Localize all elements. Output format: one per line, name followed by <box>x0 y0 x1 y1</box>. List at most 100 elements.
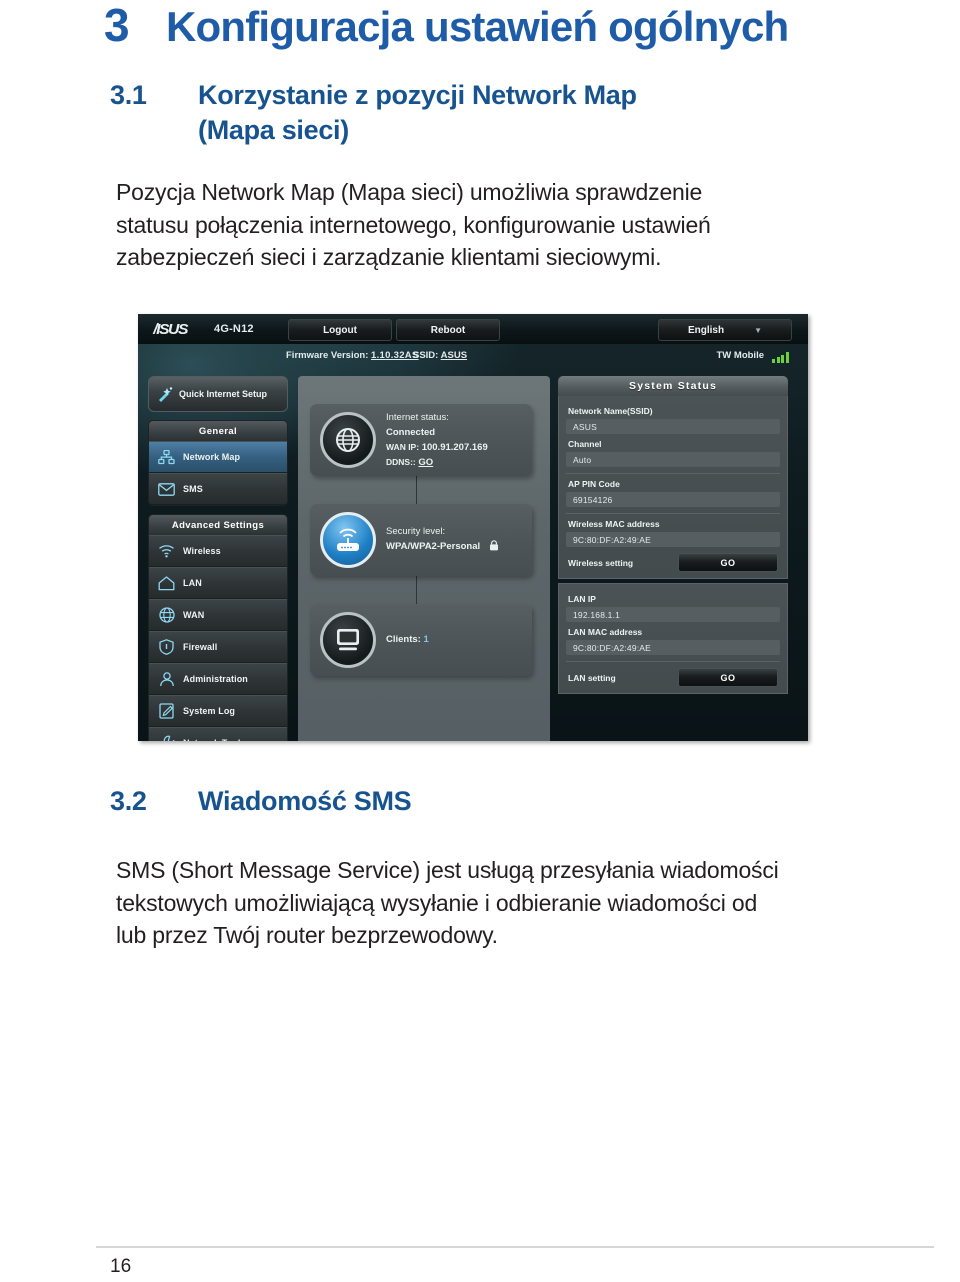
clients-card[interactable]: Clients: 1 <box>310 604 532 676</box>
ddns-row: DDNS:: GO <box>386 455 488 470</box>
lan-mac-field-label: LAN MAC address <box>568 627 643 637</box>
channel-field-label: Channel <box>568 439 602 449</box>
envelope-icon <box>157 480 176 499</box>
router-ui-screenshot: /ISUS 4G-N12 Logout Reboot English ▼ Fir… <box>138 314 808 741</box>
sidebar-group-general-header: General <box>149 421 287 441</box>
router-sidebar: Quick Internet Setup General Network Map <box>148 376 288 741</box>
section-title-3-1: Korzystanie z pozycji Network Map (Mapa … <box>198 78 637 147</box>
sidebar-group-general: General Network Map SMS <box>148 420 288 506</box>
wifi-icon <box>157 542 176 561</box>
sidebar-item-network-map-label: Network Map <box>183 452 241 462</box>
sidebar-item-firewall-label: Firewall <box>183 642 218 652</box>
system-status-panel: System Status Network Name(SSID) ASUS Ch… <box>558 376 788 741</box>
sidebar-item-quick-internet-setup[interactable]: Quick Internet Setup <box>148 376 288 412</box>
wireless-setting-go-button[interactable]: GO <box>678 553 778 572</box>
shield-icon <box>157 638 176 657</box>
sidebar-group-advanced-header: Advanced Settings <box>149 515 287 535</box>
pencil-note-icon <box>157 702 176 721</box>
section-title-3-1-line1: Korzystanie z pozycji Network Map <box>198 80 637 110</box>
sidebar-group-advanced-settings: Advanced Settings Wireless LAN WAN Firew… <box>148 514 288 741</box>
clients-label: Clients: <box>386 634 421 646</box>
clients-text: Clients: 1 <box>386 632 429 647</box>
wan-ip-label: WAN IP: <box>386 442 420 452</box>
security-level-text: Security level: WPA/WPA2-Personal <box>386 524 499 556</box>
internet-status-card[interactable]: Internet status: Connected WAN IP: 100.9… <box>310 404 532 476</box>
sidebar-item-lan[interactable]: LAN <box>149 567 287 599</box>
section-title-3-1-line2: (Mapa sieci) <box>198 114 349 145</box>
sidebar-item-wireless[interactable]: Wireless <box>149 535 287 567</box>
ddns-go-link[interactable]: GO <box>418 457 433 468</box>
system-status-title: System Status <box>558 376 788 396</box>
ssid-label: SSID: <box>413 350 439 361</box>
wireless-mac-field-value: 9C:80:DF:A2:49:AE <box>566 532 780 547</box>
wan-ip-row: WAN IP: 100.91.207.169 <box>386 440 488 455</box>
lan-ip-field-label: LAN IP <box>568 594 596 604</box>
system-status-lan-section: LAN IP 192.168.1.1 LAN MAC address 9C:80… <box>558 583 788 694</box>
firmware-version-value: 1.10.32AS <box>371 350 419 361</box>
network-map-center-panel: Internet status: Connected WAN IP: 100.9… <box>298 376 550 741</box>
sidebar-item-sms-label: SMS <box>183 484 203 494</box>
system-status-wireless-section: Network Name(SSID) ASUS Channel Auto AP … <box>558 396 788 579</box>
divider <box>566 473 780 474</box>
firmware-version-label: Firmware Version: <box>286 350 369 361</box>
internet-status-label: Internet status: <box>386 411 449 423</box>
paragraph-3-1-line2: statusu połączenia internetowego, konfig… <box>116 211 711 238</box>
reboot-button[interactable]: Reboot <box>396 319 500 341</box>
section-heading-3-1: 3.1 Korzystanie z pozycji Network Map (M… <box>110 78 810 147</box>
paragraph-3-2-line3: lub przez Twój router bezprzewodowy. <box>116 922 498 949</box>
lan-setting-go-button[interactable]: GO <box>678 668 778 687</box>
ddns-label: DDNS:: <box>386 457 416 468</box>
wireless-setting-label: Wireless setting <box>568 557 634 568</box>
router-icon <box>320 512 376 568</box>
sidebar-item-administration[interactable]: Administration <box>149 663 287 695</box>
carrier-name: TW Mobile <box>716 350 765 361</box>
ap-pin-field-value: 69154126 <box>566 492 780 507</box>
paragraph-3-2-line2: tekstowych umożliwiającą wysyłanie i odb… <box>116 889 758 916</box>
sidebar-item-wan[interactable]: WAN <box>149 599 287 631</box>
divider <box>566 513 780 514</box>
ssid-info: SSID: ASUS <box>413 350 467 361</box>
internet-status-text: Internet status: Connected WAN IP: 100.9… <box>386 410 488 471</box>
logout-button[interactable]: Logout <box>288 319 392 341</box>
signal-strength-icon <box>772 351 794 363</box>
ssid-value: ASUS <box>440 350 468 361</box>
router-model-label: 4G-N12 <box>214 323 254 335</box>
lan-ip-field-value: 192.168.1.1 <box>566 607 780 622</box>
ap-pin-field-label: AP PIN Code <box>568 479 620 489</box>
sidebar-item-network-tools-label: Network Tools <box>183 738 246 741</box>
sidebar-item-quick-internet-setup-label: Quick Internet Setup <box>179 388 268 399</box>
sidebar-item-lan-label: LAN <box>183 578 202 588</box>
section-heading-3-2: 3.2 Wiadomość SMS <box>110 784 810 819</box>
asus-logo: /ISUS <box>153 321 188 338</box>
section-number-3-2: 3.2 <box>110 786 147 816</box>
chapter-title: Konfiguracja ustawień ogólnych <box>166 3 789 50</box>
home-icon <box>157 574 176 593</box>
sidebar-item-network-map[interactable]: Network Map <box>149 441 287 473</box>
lan-mac-field-value: 9C:80:DF:A2:49:AE <box>566 640 780 655</box>
wrench-icon <box>157 734 176 741</box>
connector-line-1 <box>416 476 417 506</box>
monitor-icon <box>320 612 376 668</box>
channel-field-value: Auto <box>566 452 780 467</box>
paragraph-3-1: Pozycja Network Map (Mapa sieci) umożliw… <box>116 176 856 274</box>
sidebar-item-sms[interactable]: SMS <box>149 473 287 505</box>
section-number-3-1: 3.1 <box>110 80 147 110</box>
sidebar-item-system-log[interactable]: System Log <box>149 695 287 727</box>
language-selector[interactable]: English ▼ <box>658 319 792 341</box>
wireless-setting-row: Wireless setting GO <box>566 553 780 572</box>
ssid-field-label: Network Name(SSID) <box>568 406 653 416</box>
sidebar-item-firewall[interactable]: Firewall <box>149 631 287 663</box>
wireless-mac-field-label: Wireless MAC address <box>568 519 660 529</box>
sidebar-item-network-tools[interactable]: Network Tools <box>149 727 287 741</box>
network-map-icon <box>157 448 176 467</box>
magic-wand-icon <box>155 385 174 404</box>
security-level-label: Security level: <box>386 525 446 537</box>
clients-count: 1 <box>423 634 429 646</box>
security-level-value-row: WPA/WPA2-Personal <box>386 539 499 556</box>
clients-row: Clients: 1 <box>386 632 429 647</box>
paragraph-3-2-line1: SMS (Short Message Service) jest usługą … <box>116 857 779 883</box>
sidebar-item-wireless-label: Wireless <box>183 546 221 556</box>
paragraph-3-1-line1: Pozycja Network Map (Mapa sieci) umożliw… <box>116 179 703 205</box>
security-level-card[interactable]: Security level: WPA/WPA2-Personal <box>310 504 532 576</box>
paragraph-3-1-line3: zabezpieczeń sieci i zarządzanie klienta… <box>116 244 662 271</box>
